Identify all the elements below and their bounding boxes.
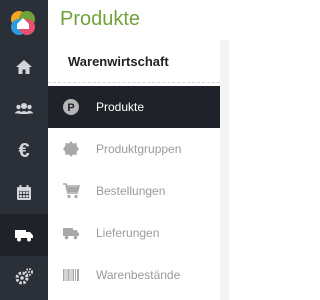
product-p-icon: P — [62, 98, 80, 116]
badge-icon — [62, 140, 80, 158]
page-title: Produkte — [60, 8, 141, 30]
users-icon — [14, 103, 34, 114]
truck-icon — [15, 230, 33, 242]
gears-icon — [15, 268, 33, 285]
home-icon — [16, 60, 32, 74]
svg-text:P: P — [67, 102, 74, 114]
rail-item-finance[interactable]: € — [0, 130, 48, 172]
rail-item-home[interactable] — [0, 46, 48, 88]
cart-icon — [62, 182, 80, 200]
rail-item-settings[interactable] — [0, 256, 48, 298]
rail-item-users[interactable] — [0, 88, 48, 130]
submenu-item-produkte[interactable]: P Produkte — [48, 86, 220, 128]
submenu-item-label: Lieferungen — [96, 226, 160, 240]
submenu-item-produktgruppen[interactable]: Produktgruppen — [48, 128, 220, 170]
app-logo[interactable] — [8, 8, 38, 38]
divider — [48, 82, 220, 83]
logo-icon — [11, 11, 35, 35]
submenu-item-label: Bestellungen — [96, 184, 166, 198]
rail-item-logistics[interactable] — [0, 214, 48, 256]
submenu-item-lieferungen[interactable]: Lieferungen — [48, 212, 220, 254]
submenu-title: Warenwirtschaft — [68, 54, 169, 69]
truck-icon — [62, 224, 80, 242]
submenu: Warenwirtschaft P Produkte Produktgruppe… — [48, 40, 220, 300]
barcode-icon — [62, 266, 80, 284]
submenu-item-warenbestaende[interactable]: Warenbestände — [48, 254, 220, 296]
submenu-item-label: Produktgruppen — [96, 142, 182, 156]
main-sidebar: € — [0, 0, 48, 300]
submenu-item-bestellungen[interactable]: Bestellungen — [48, 170, 220, 212]
calendar-icon — [17, 185, 31, 200]
page-header: Produkte — [48, 0, 229, 40]
submenu-item-label: Produkte — [96, 100, 145, 114]
rail-item-calendar[interactable] — [0, 172, 48, 214]
euro-icon: € — [18, 140, 30, 162]
submenu-item-label: Warenbestände — [96, 268, 181, 282]
